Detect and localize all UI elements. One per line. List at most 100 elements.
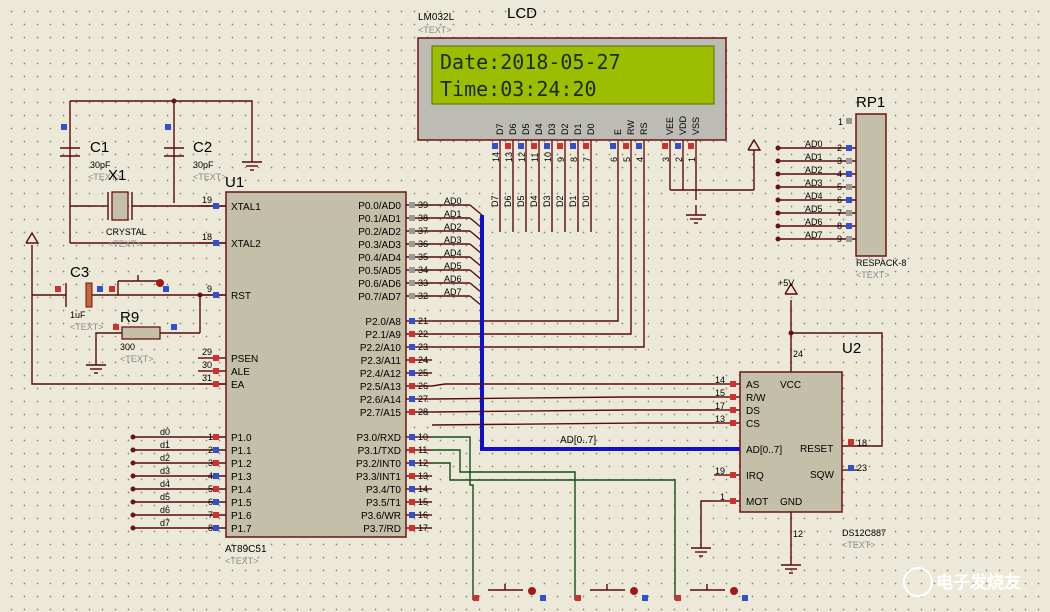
u1-pin-marker [409,241,415,247]
u1-pin-number: 1 [208,432,213,442]
mot-wire [700,500,714,538]
u2-pin-number: 15 [715,388,725,398]
p3-key-wire [432,462,676,600]
u1-pin-name: P1.7 [231,524,252,535]
u1-pin-number: 24 [418,355,428,365]
p1-net-label: d7 [160,518,170,528]
u1-pin-number: 9 [207,284,212,294]
key-1-pin-marker [473,595,479,601]
u1-pin-number: 13 [418,471,428,481]
wire-cs [431,422,714,426]
rp1-net-label: AD4 [805,191,823,201]
lcd-pin-number: 8 [569,157,579,162]
u1-pin-name: P2.2/A10 [360,343,402,354]
u1-pin-number: 12 [418,458,428,468]
u1-pin-marker [409,409,415,415]
u1-pin-name: P2.0/A8 [365,317,401,328]
u1-pin-name: P0.7/AD7 [358,292,401,303]
key-2-pin-marker [642,595,648,601]
rp1-pin-marker [846,184,852,190]
u1-pin-number: 18 [202,232,212,242]
rp1-net-label: AD5 [805,204,823,214]
junction-dot [775,236,781,242]
p1-net-label: d5 [160,492,170,502]
u2-pin-number: 23 [857,463,867,473]
u1-pin-marker [409,370,415,376]
u1-pin-name: P2.1/A9 [365,330,401,341]
lcd-pin-name: E [613,129,623,135]
u1-pin-name: P3.2/INT0 [356,459,401,470]
junction-dot [130,512,136,518]
lcd-pin-number: 9 [556,157,566,162]
rp1-text-placeholder: <TEXT> [856,270,890,280]
u2-pin-name: R/W [746,393,766,404]
u1-pin-marker [409,293,415,299]
u1-pin-marker [409,267,415,273]
lcd-pin-marker [544,143,550,149]
lcd-pin-name: RW [626,120,636,135]
u1-pin-marker [409,460,415,466]
u2-pin-marker [730,472,736,478]
u2-pin-number: 17 [715,401,725,411]
rp1-net-label: AD2 [805,165,823,175]
p0-net-label: AD3 [444,235,462,245]
lcd-pin-marker [531,143,537,149]
key-3-pin-marker [675,595,681,601]
u2-pin-name: MOT [746,497,768,508]
u1-pin-name: P3.7/RD [363,524,401,535]
u1-pin-marker [409,473,415,479]
rp1-pin-number: 1 [838,117,843,127]
lcd-pin-number: 12 [517,152,527,162]
r9-text-placeholder: <TEXT> [120,354,154,364]
lcd-data-net: D7 [490,195,500,207]
u1-pin-marker [409,357,415,363]
u1-pin-number: 6 [208,497,213,507]
rp1-value: RESPACK-8 [856,258,906,268]
u1-pin-marker [409,383,415,389]
u1-pin-name: P2.6/A14 [360,395,402,406]
lcd-pin-name: D4 [534,123,544,135]
wire-rs-p22 [432,160,645,348]
u2-pin-number: 24 [793,349,803,359]
lcd-pin-number: 7 [582,157,592,162]
u1-pin-marker [213,292,219,298]
u1-pin-marker [213,512,219,518]
x1-body [111,191,129,221]
u1-pin-marker [409,499,415,505]
u1-pin-marker [409,202,415,208]
u1-pin-number: 14 [418,484,428,494]
u1-pin-number: 33 [418,278,428,288]
lcd-data-net: D4 [529,195,539,207]
u2-pin-marker [730,394,736,400]
rp1-pin-marker [846,145,852,151]
u1-pin-name: RST [231,291,251,302]
u1-pin-number: 23 [418,342,428,352]
rp1-pin-number: 3 [837,156,842,166]
key-3-icon [730,587,738,595]
schematic: LM032L LCD <TEXT> Date:2018-05-27 Time:03:24… [25,5,1021,601]
u1-pin-name: P2.4/A12 [360,369,402,380]
u1-pin-marker [409,215,415,221]
junction-dot [130,434,136,440]
lcd-data-net: D3 [542,195,552,207]
u2-text-placeholder: <TEXT> [842,540,876,550]
rp1-body [855,113,887,257]
u1-pin-name: P1.1 [231,446,252,457]
u1-pin-name: P0.4/AD4 [358,253,401,264]
p1-net-label: d6 [160,505,170,515]
rp1-net-label: AD7 [805,230,823,240]
u1-pin-marker [213,368,219,374]
u1-pin-marker [409,331,415,337]
rp1-pin-marker [846,171,852,177]
r9-pin-marker [171,324,177,330]
u1-pin-number: 7 [208,510,213,520]
u1-pin-number: 36 [418,239,428,249]
junction-dot [775,158,781,164]
rp1-pin-marker [846,118,852,124]
ad-bus [480,215,740,451]
wire-as [431,383,714,387]
key-2-pin-marker [575,595,581,601]
u2-gnd-label: GND [780,497,802,508]
lcd-pin-marker [675,143,681,149]
p1-net-label: d1 [160,440,170,450]
